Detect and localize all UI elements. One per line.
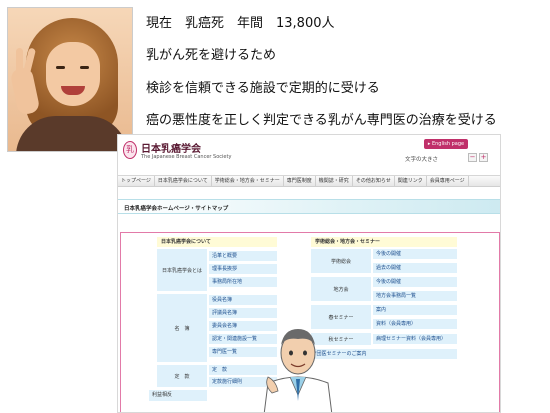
- link-office[interactable]: 事務局所在地: [209, 277, 277, 287]
- group-label-articles[interactable]: 定 款: [157, 365, 207, 387]
- main-nav: トップページ 日本乳癌学会について 学術総会・地方会・セミナー 専門医制度 機関誌・研究…: [118, 175, 500, 187]
- english-page-button[interactable]: ▸ English page: [424, 139, 468, 149]
- group-label-annual-meeting[interactable]: 学術総会: [311, 249, 371, 273]
- link-past-meetings[interactable]: 過去の開催: [373, 263, 457, 273]
- link-history[interactable]: 沿革と概要: [209, 251, 277, 261]
- presenter-photo: [7, 7, 133, 152]
- site-header: 乳 日本乳癌学会 The Japanese Breast Cancer Soci…: [118, 135, 500, 173]
- site-subtitle: The Japanese Breast Cancer Society: [141, 154, 232, 160]
- nav-item-members[interactable]: 会員専用ページ: [427, 176, 469, 186]
- font-decrease-button[interactable]: −: [468, 153, 477, 162]
- nav-item-about[interactable]: 日本乳癌学会について: [155, 176, 212, 186]
- slide-line: 現在 乳癌死 年間 13,800人: [146, 16, 335, 31]
- nav-item-top[interactable]: トップページ: [118, 176, 155, 186]
- photo-eye-left: [56, 66, 65, 69]
- link-upcoming-regional[interactable]: 今後の開催: [373, 277, 457, 287]
- doctor-illustration: [263, 329, 333, 412]
- link-spring-materials[interactable]: 資料（会員専用）: [373, 319, 457, 329]
- slide-line: 乳がん死を避けるため: [146, 48, 277, 63]
- link-upcoming-meeting[interactable]: 今後の開催: [373, 249, 457, 259]
- site-title[interactable]: 日本乳癌学会: [141, 140, 201, 155]
- sitemap-section-meetings[interactable]: 学術総会・地方会・セミナー: [311, 237, 457, 247]
- group-label-about[interactable]: 日本乳癌学会とは: [157, 249, 207, 291]
- link-greeting[interactable]: 理事長挨拶: [209, 264, 277, 274]
- group-label-roster[interactable]: 名 簿: [157, 294, 207, 362]
- link-officers[interactable]: 役員名簿: [209, 295, 277, 305]
- slide-line: 検診を信頼できる施設で定期的に受ける: [146, 81, 380, 96]
- link-spring-info[interactable]: 案内: [373, 305, 457, 315]
- nav-item-links[interactable]: 関連リンク: [395, 176, 427, 186]
- page-heading-bar: 日本乳癌学会ホームページ・サイトマップ: [118, 199, 500, 214]
- link-pathology-materials[interactable]: 病理セミナー資料（会員専用）: [373, 334, 457, 344]
- slide-line: 癌の悪性度を正しく判定できる乳がん専門医の治療を受ける: [146, 113, 497, 128]
- font-increase-button[interactable]: +: [479, 153, 488, 162]
- website-screenshot: 乳 日本乳癌学会 The Japanese Breast Cancer Soci…: [117, 134, 501, 413]
- photo-eye-right: [80, 66, 89, 69]
- nav-item-journal[interactable]: 機関誌・研究: [316, 176, 353, 186]
- society-logo-icon[interactable]: 乳: [123, 141, 137, 159]
- nav-item-specialist[interactable]: 専門医制度: [284, 176, 316, 186]
- nav-item-news[interactable]: その他お知らせ: [353, 176, 395, 186]
- group-label-regional[interactable]: 地方会: [311, 277, 371, 301]
- font-size-label: 文字の大きさ: [405, 157, 439, 163]
- nav-item-meetings[interactable]: 学術総会・地方会・セミナー: [212, 176, 284, 186]
- group-label-coi[interactable]: 利益相反: [149, 390, 207, 401]
- peace-sign-finger: [16, 48, 23, 74]
- link-regional-offices[interactable]: 地方会事務局一覧: [373, 291, 457, 301]
- photo-face: [46, 42, 100, 106]
- sitemap-section-about[interactable]: 日本乳癌学会について: [157, 237, 277, 247]
- page-title: 日本乳癌学会ホームページ・サイトマップ: [124, 206, 229, 212]
